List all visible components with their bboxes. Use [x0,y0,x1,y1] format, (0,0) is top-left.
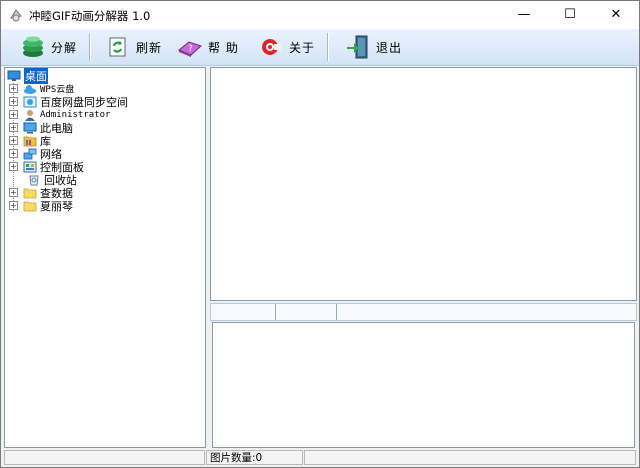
network-icon [23,148,37,159]
expand-icon[interactable]: + [9,123,18,132]
tree-node-baidu-sync[interactable]: + 百度网盘同步空间 [5,95,203,109]
column-header-2[interactable] [276,304,337,320]
expand-icon[interactable]: + [9,110,18,119]
split-button[interactable]: 分解 [19,32,77,62]
tree-node-this-pc[interactable]: + 此电脑 [5,121,203,135]
svg-text:?: ? [188,44,193,54]
status-image-count: 图片数量:0 [206,450,303,465]
tree-node-folder-xialiqin[interactable]: + 夏丽琴 [5,199,203,213]
expand-icon[interactable]: + [9,162,18,171]
expand-icon[interactable]: + [9,149,18,158]
refresh-button[interactable]: 刷新 [104,32,162,62]
exit-label: 退出 [376,40,403,55]
help-book-icon: ? [176,33,204,61]
column-header-1[interactable] [211,304,276,320]
help-label: 帮 助 [208,40,239,55]
computer-icon [23,122,37,133]
frames-list-header [210,303,637,321]
tree-node-network[interactable]: + 网络 [5,147,203,161]
recycle-bin-icon [29,175,39,185]
toolbar: 分解 刷新 ? 帮 助 关于 退出 [1,29,639,66]
desktop-icon [7,70,21,81]
tree-node-desktop[interactable]: 桌面 [7,68,48,84]
close-button[interactable]: ✕ [593,1,639,29]
tree-node-folder-chashuju[interactable]: + 查数据 [5,186,203,200]
about-icon [257,33,285,61]
split-label: 分解 [51,40,78,55]
user-icon [25,109,35,121]
control-panel-icon [23,161,37,172]
status-panel-right [304,450,636,465]
refresh-label: 刷新 [136,40,163,55]
toolbar-separator [327,33,329,61]
frames-pane[interactable] [212,322,635,448]
file-list-pane[interactable] [210,67,637,301]
maximize-button[interactable]: ☐ [547,1,593,29]
tree-node-administrator[interactable]: + Administrator [5,108,203,121]
app-window: 冲睦GIF动画分解器 1.0 — ☐ ✕ 分解 刷新 ? 帮 助 关于 退出 桌… [0,0,640,468]
library-folder-icon [23,136,37,146]
cloud-icon [24,84,36,94]
tree-node-library[interactable]: + 库 [5,134,203,148]
toolbar-separator [89,33,91,61]
folder-icon [23,188,37,198]
exit-button[interactable]: 退出 [344,32,402,62]
tree-node-recycle-bin[interactable]: 回收站 [5,173,203,187]
about-button[interactable]: 关于 [257,32,315,62]
about-label: 关于 [289,40,316,55]
minimize-button[interactable]: — [501,1,547,29]
tree-node-label: 夏丽琴 [40,199,73,213]
exit-door-icon [344,33,372,61]
refresh-icon [104,33,132,61]
status-bar: 图片数量:0 [1,449,639,467]
window-title: 冲睦GIF动画分解器 1.0 [29,9,151,23]
app-icon [9,9,22,22]
tree-node-label: Administrator [40,109,111,120]
tree-node-control-panel[interactable]: + 控制面板 [5,160,203,174]
title-bar[interactable]: 冲睦GIF动画分解器 1.0 — ☐ ✕ [1,1,639,29]
expand-icon[interactable]: + [9,97,18,106]
expand-icon[interactable]: + [9,136,18,145]
layers-icon [19,33,47,61]
folder-icon [23,201,37,211]
help-button[interactable]: ? 帮 助 [176,32,239,62]
folder-tree[interactable]: 桌面 + WPS云盘 + 百度网盘同步空间 + Administrator + … [4,67,206,448]
baidu-sync-icon [23,96,37,107]
status-panel-left [4,450,205,465]
expand-icon[interactable]: + [9,84,18,93]
expand-icon[interactable]: + [9,188,18,197]
expand-icon[interactable]: + [9,201,18,210]
